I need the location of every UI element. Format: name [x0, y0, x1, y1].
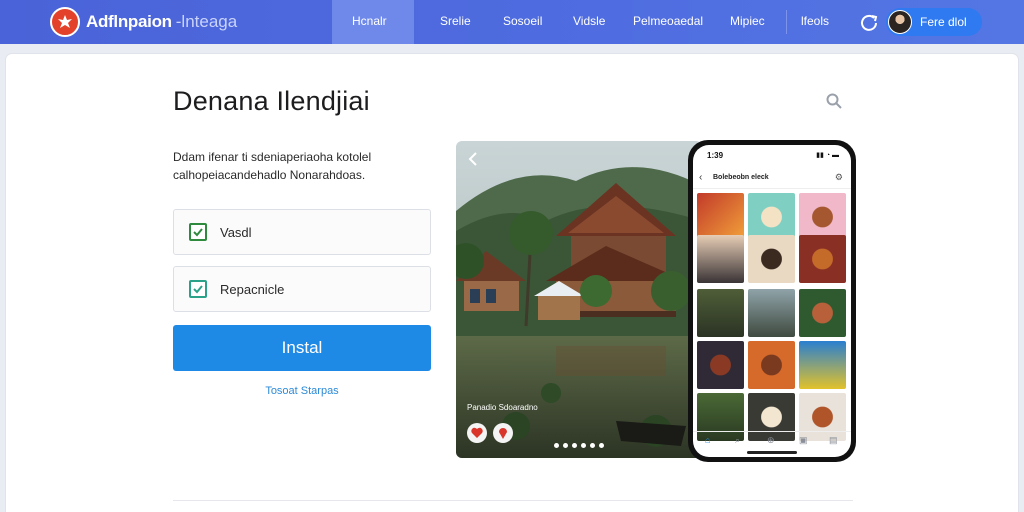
grid-tile[interactable]: [697, 341, 744, 389]
brand-logo-link[interactable]: Adflnpaion -lnteaga: [50, 7, 237, 37]
nav-divider: [786, 10, 787, 34]
back-arrow-icon[interactable]: ‹: [699, 172, 702, 183]
option-label-2: Repacnicle: [220, 281, 285, 297]
nav-item-7[interactable]: lfeols: [801, 14, 829, 28]
grid-tile[interactable]: [799, 193, 846, 241]
install-button[interactable]: Instal: [173, 325, 431, 371]
grid-tile[interactable]: [799, 235, 846, 283]
grid-tile[interactable]: [799, 289, 846, 337]
heart-icon[interactable]: [467, 423, 487, 443]
grid-tile[interactable]: [697, 235, 744, 283]
phone-bottom-nav: ⌂ ⌕ ⊕ ▣ ▤: [693, 431, 851, 449]
page-description: Ddam ifenar ti sdeniaperiaoha kotolel ca…: [173, 150, 372, 182]
photo-caption: Panadio Sdoaradno: [467, 403, 538, 412]
search-icon[interactable]: [825, 92, 843, 110]
add-icon[interactable]: ⊕: [767, 435, 775, 446]
check-icon: [193, 228, 203, 237]
page-title: Denana Ilendjiai: [173, 86, 370, 116]
home-indicator: [747, 451, 797, 454]
grid-tile[interactable]: [748, 193, 795, 241]
user-account-button[interactable]: Fere dlol: [886, 8, 982, 36]
search-icon[interactable]: ⌕: [735, 435, 740, 446]
grid-tile[interactable]: [799, 341, 846, 389]
check-icon: [193, 285, 203, 294]
phone-status-icons: ▮▮ ◔ ▬: [816, 152, 839, 159]
phone-screen: 1:39 ▮▮ ◔ ▬ ‹ Bolebeobn eleck ⚙ ⌂ ⌕ ⊕ ▣ …: [693, 145, 851, 457]
carousel-dots[interactable]: [554, 443, 604, 448]
option-row-2[interactable]: Repacnicle: [173, 266, 431, 312]
divider: [173, 500, 853, 501]
profile-icon[interactable]: ▤: [829, 435, 838, 446]
phone-app-header: ‹ Bolebeobn eleck ⚙: [693, 169, 851, 189]
nav-item-home[interactable]: Hcnalr: [352, 14, 387, 28]
grid-tile[interactable]: [748, 235, 795, 283]
brand-name: Adflnpaion: [86, 12, 172, 31]
grid-tile[interactable]: [748, 289, 795, 337]
phone-time: 1:39: [707, 151, 724, 160]
pin-icon[interactable]: [493, 423, 513, 443]
brand-subtitle: -lnteaga: [175, 12, 238, 31]
nav-item-3[interactable]: Sosoeil: [503, 14, 542, 28]
avatar: [888, 10, 912, 34]
grid-tile[interactable]: [697, 193, 744, 241]
nav-item-4[interactable]: Vidsle: [573, 14, 605, 28]
secondary-link[interactable]: Tosoat Starpas: [173, 385, 431, 397]
home-icon[interactable]: ⌂: [705, 435, 710, 445]
leaf-logo-icon: [50, 7, 80, 37]
settings-icon[interactable]: ⚙: [835, 172, 843, 183]
nav-item-5[interactable]: Pelmeoaedal: [633, 14, 703, 28]
user-name: Fere dlol: [920, 15, 967, 29]
refresh-icon[interactable]: [858, 11, 880, 33]
nav-item-6[interactable]: Mipiec: [730, 14, 765, 28]
bag-icon[interactable]: ▣: [799, 435, 808, 446]
grid-tile[interactable]: [697, 289, 744, 337]
option-label-1: Vasdl: [220, 224, 252, 240]
option-row-1[interactable]: Vasdl: [173, 209, 431, 255]
hero-photo: Panadio Sdoaradno: [456, 141, 702, 458]
nav-item-2[interactable]: Srelie: [440, 14, 471, 28]
top-nav-bar: Adflnpaion -lnteaga Hcnalr Srelie Sosoei…: [0, 0, 1024, 44]
grid-tile[interactable]: [748, 341, 795, 389]
checkbox-1[interactable]: [189, 223, 207, 241]
phone-app-title: Bolebeobn eleck: [713, 174, 769, 181]
phone-mockup: 1:39 ▮▮ ◔ ▬ ‹ Bolebeobn eleck ⚙ ⌂ ⌕ ⊕ ▣ …: [688, 140, 856, 462]
checkbox-2[interactable]: [189, 280, 207, 298]
